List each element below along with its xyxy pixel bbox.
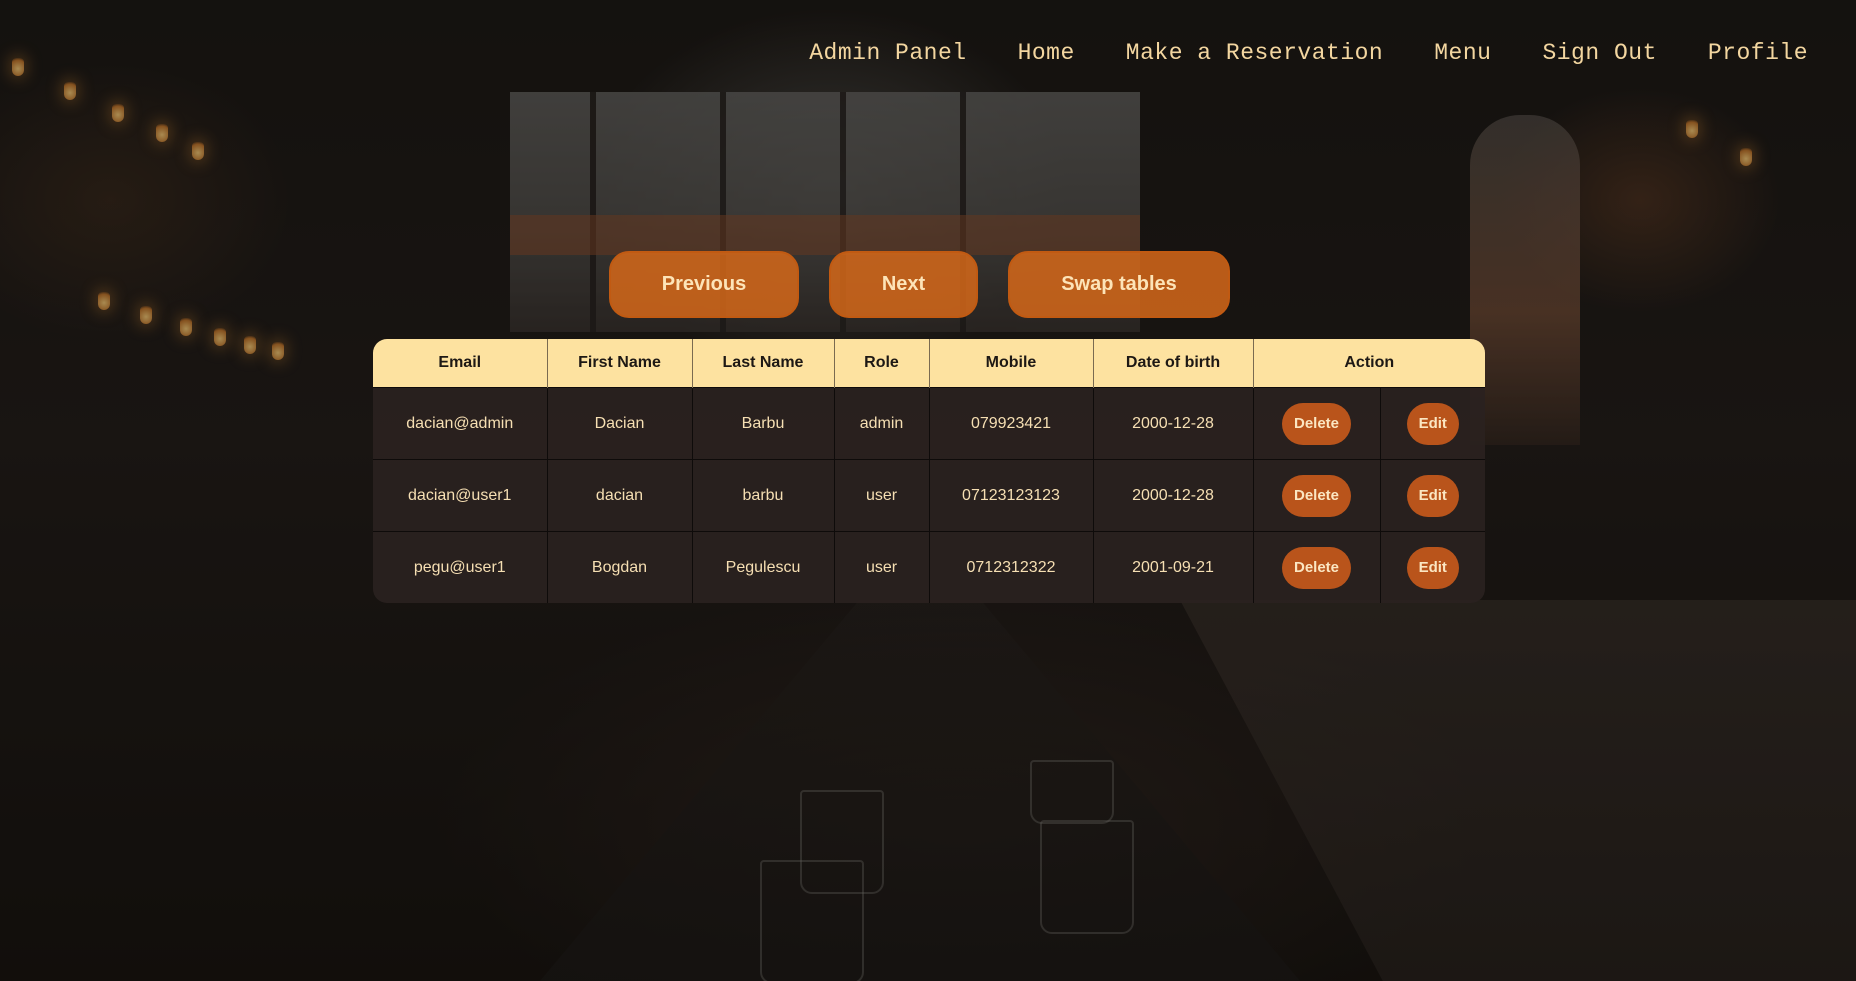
delete-button[interactable]: Delete xyxy=(1282,402,1351,445)
column-header-last-name: Last Name xyxy=(692,339,835,388)
cell-last-name: Barbu xyxy=(692,387,835,460)
cell-date-of-birth: 2000-12-28 xyxy=(1093,459,1254,532)
cell-edit-action: Edit xyxy=(1380,459,1485,532)
delete-button[interactable]: Delete xyxy=(1282,474,1351,517)
column-header-date-of-birth: Date of birth xyxy=(1093,339,1254,388)
cell-mobile: 0712312322 xyxy=(929,531,1094,603)
column-header-first-name: First Name xyxy=(547,339,693,388)
table-row: dacian@user1 dacian barbu user 071231231… xyxy=(373,459,1485,532)
cell-email: dacian@admin xyxy=(373,387,548,460)
column-header-role: Role xyxy=(834,339,930,388)
column-header-email: Email xyxy=(373,339,548,388)
cell-first-name: dacian xyxy=(547,459,693,532)
cell-role: admin xyxy=(834,387,930,460)
nav-sign-out-link[interactable]: Sign Out xyxy=(1542,40,1656,66)
edit-button[interactable]: Edit xyxy=(1406,474,1459,517)
delete-button[interactable]: Delete xyxy=(1282,546,1351,589)
edit-button[interactable]: Edit xyxy=(1406,402,1459,445)
table-header: Email First Name Last Name Role Mobile D… xyxy=(373,339,1485,388)
cell-first-name: Dacian xyxy=(547,387,693,460)
cell-delete-action: Delete xyxy=(1253,387,1381,460)
cell-role: user xyxy=(834,531,930,603)
column-header-action: Action xyxy=(1253,339,1485,388)
users-table: Email First Name Last Name Role Mobile D… xyxy=(373,339,1485,603)
table-row: dacian@admin Dacian Barbu admin 07992342… xyxy=(373,387,1485,460)
cell-last-name: Pegulescu xyxy=(692,531,835,603)
cell-mobile: 07123123123 xyxy=(929,459,1094,532)
cell-delete-action: Delete xyxy=(1253,531,1381,603)
cell-delete-action: Delete xyxy=(1253,459,1381,532)
cell-date-of-birth: 2001-09-21 xyxy=(1093,531,1254,603)
top-navigation: Admin Panel Home Make a Reservation Menu… xyxy=(809,40,1808,66)
nav-home-link[interactable]: Home xyxy=(1018,40,1075,66)
cell-email: dacian@user1 xyxy=(373,459,548,532)
cell-last-name: barbu xyxy=(692,459,835,532)
edit-button[interactable]: Edit xyxy=(1406,546,1459,589)
nav-make-reservation-link[interactable]: Make a Reservation xyxy=(1126,40,1383,66)
cell-first-name: Bogdan xyxy=(547,531,693,603)
nav-admin-panel-link[interactable]: Admin Panel xyxy=(809,40,966,66)
nav-profile-link[interactable]: Profile xyxy=(1708,40,1808,66)
column-header-mobile: Mobile xyxy=(929,339,1094,388)
cell-edit-action: Edit xyxy=(1380,531,1485,603)
swap-tables-button[interactable]: Swap tables xyxy=(1008,251,1230,318)
table-pager: Previous Next Swap tables xyxy=(609,251,1230,318)
cell-date-of-birth: 2000-12-28 xyxy=(1093,387,1254,460)
previous-button[interactable]: Previous xyxy=(609,251,799,318)
cell-mobile: 079923421 xyxy=(929,387,1094,460)
table-row: pegu@user1 Bogdan Pegulescu user 0712312… xyxy=(373,531,1485,603)
next-button[interactable]: Next xyxy=(829,251,978,318)
nav-menu-link[interactable]: Menu xyxy=(1434,40,1491,66)
cell-edit-action: Edit xyxy=(1380,387,1485,460)
cell-role: user xyxy=(834,459,930,532)
cell-email: pegu@user1 xyxy=(373,531,548,603)
